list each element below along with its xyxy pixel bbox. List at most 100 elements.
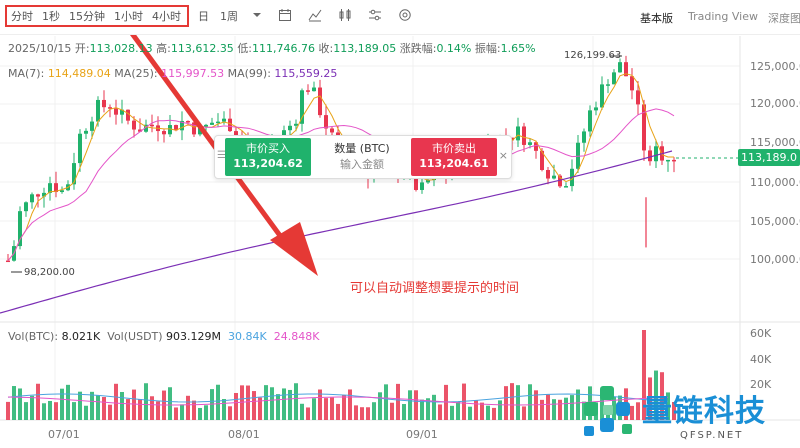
volume-bar	[204, 405, 208, 420]
settings-sliders-icon[interactable]	[368, 8, 382, 22]
volume-bar	[144, 383, 148, 420]
candle-body	[324, 115, 328, 129]
volume-bar	[264, 385, 268, 420]
candle-body	[612, 72, 616, 85]
candle-body	[318, 87, 322, 116]
volume-bar	[228, 406, 232, 420]
volume-bar	[348, 389, 352, 420]
ohlc-amplitude-label: 振幅:	[474, 42, 501, 55]
vol-btc-value: 8.021K	[61, 330, 101, 343]
volume-bar	[126, 399, 130, 420]
vol-ma10-line	[7, 396, 669, 406]
volume-bar	[324, 398, 328, 420]
candle-body	[588, 110, 592, 132]
volume-bar	[186, 395, 190, 420]
candle-body	[6, 260, 10, 263]
volume-bar	[12, 386, 16, 420]
timeframe-week[interactable]: 1周	[220, 8, 238, 24]
vol-usdt-value: 903.129M	[166, 330, 222, 343]
market-buy-button[interactable]: 市价买入 113,204.62	[225, 138, 311, 176]
volume-bar	[132, 389, 136, 420]
price-axis-label: 125,000.00	[750, 60, 800, 73]
candle-body	[210, 122, 214, 125]
timeframe-1s[interactable]: 1秒	[42, 8, 60, 24]
market-sell-button[interactable]: 市价卖出 113,204.61	[411, 138, 497, 176]
ma7-label: MA(7):	[8, 67, 45, 80]
vol-ma5-line	[7, 393, 669, 403]
volume-bar	[384, 384, 388, 420]
volume-bar	[312, 398, 316, 420]
volume-bar	[180, 404, 184, 420]
candle-body	[102, 99, 106, 108]
timeframe-day[interactable]: 日	[198, 8, 209, 24]
timeframe-1h[interactable]: 1小时	[114, 8, 143, 24]
volume-bar	[276, 394, 280, 420]
candle-body	[132, 120, 136, 130]
ohlc-open-label: 开:	[74, 42, 90, 55]
candle-body	[600, 84, 604, 108]
volume-bar	[558, 399, 562, 420]
candle-body	[186, 120, 190, 123]
candle-body	[522, 126, 526, 145]
candle-body	[330, 128, 334, 133]
timeframe-group-highlighted: 分时 1秒 15分钟 1小时 4小时	[5, 5, 189, 27]
candle-body	[594, 107, 598, 111]
ma99-value: 115,559.25	[274, 67, 338, 80]
timeframe-15m[interactable]: 15分钟	[69, 8, 105, 24]
candle-body	[216, 121, 220, 124]
volume-bar	[330, 397, 334, 420]
view-depth[interactable]: 深度图	[768, 10, 800, 26]
annotation-text: 可以自动调整想要提示的时间	[350, 281, 520, 296]
chevron-down-icon[interactable]	[250, 8, 264, 22]
candle-body	[672, 159, 676, 162]
volume-bar	[486, 405, 490, 420]
volume-bar	[474, 400, 478, 420]
volume-bar	[48, 400, 52, 420]
volume-bar	[420, 399, 424, 420]
gear-icon[interactable]	[398, 8, 412, 22]
volume-bar	[102, 397, 106, 420]
volume-bar	[354, 405, 358, 420]
time-axis-label: 07/01	[48, 428, 80, 441]
candle-body	[294, 123, 298, 126]
volume-bar	[450, 405, 454, 420]
candle-body	[150, 124, 154, 127]
quantity-field[interactable]: 数量 (BTC) 输入金额	[319, 141, 405, 173]
timeframe-tick[interactable]: 分时	[11, 8, 33, 24]
volume-axis-label: 60K	[750, 327, 772, 340]
volume-bar	[564, 397, 568, 420]
candle-body	[300, 90, 304, 124]
view-tradingview[interactable]: Trading View	[688, 10, 758, 23]
volume-bar	[456, 401, 460, 420]
candle-body	[312, 87, 316, 92]
ohlc-date: 2025/10/15	[8, 42, 72, 55]
calendar-icon[interactable]	[278, 8, 292, 22]
logo-mark-icon	[584, 386, 632, 436]
candle-body	[222, 118, 226, 122]
brand-logo: 量链科技 QFSP.NET	[580, 382, 800, 448]
timeframe-4h[interactable]: 4小时	[152, 8, 181, 24]
view-basic[interactable]: 基本版	[640, 10, 673, 26]
candle-type-icon[interactable]	[338, 8, 352, 22]
volume-bar	[306, 407, 310, 420]
volume-bar	[570, 395, 574, 420]
volume-bar	[522, 406, 526, 420]
vol-btc-label: Vol(BTC):	[8, 330, 59, 343]
volume-bar	[18, 388, 22, 420]
candle-body	[24, 202, 28, 212]
volume-bar	[504, 386, 508, 420]
indicator-chart-icon[interactable]	[308, 8, 322, 22]
logo-domain: QFSP.NET	[680, 430, 744, 441]
candle-body	[666, 159, 670, 162]
volume-bar	[516, 385, 520, 420]
volume-bar	[174, 407, 178, 420]
volume-bar	[54, 402, 58, 420]
ohlc-change-label: 涨跌幅:	[399, 42, 437, 55]
candle-body	[606, 84, 610, 86]
buy-label: 市价买入	[246, 142, 290, 155]
volume-bar	[300, 403, 304, 420]
volume-bar	[192, 400, 196, 420]
volume-bar	[336, 403, 340, 420]
volume-bar	[114, 383, 118, 420]
close-icon[interactable]: ×	[499, 149, 508, 162]
